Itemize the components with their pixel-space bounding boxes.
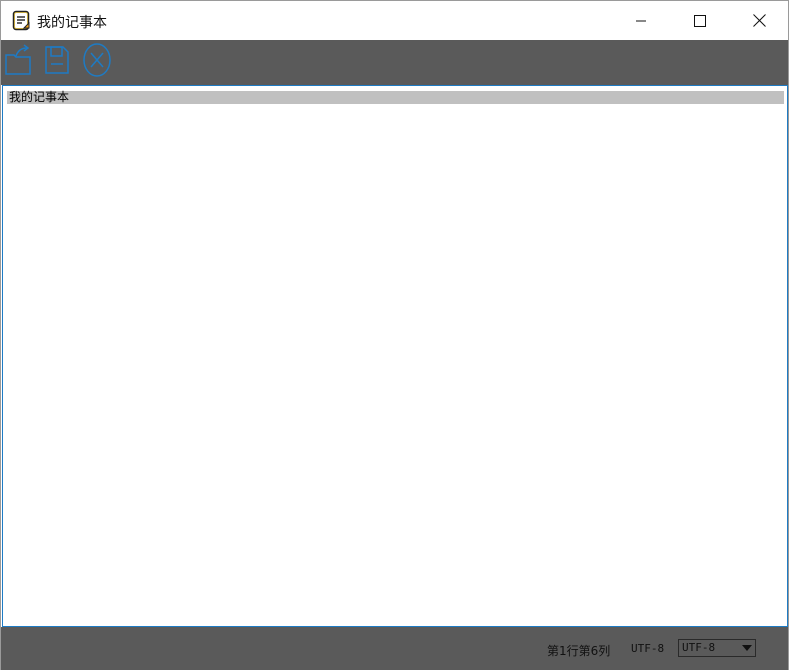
- cursor-position: 第1行第6列: [547, 644, 611, 658]
- close-circle-icon: [82, 42, 112, 82]
- current-line-highlight: 我的记事本: [7, 90, 784, 104]
- window-title: 我的记事本: [37, 15, 107, 31]
- save-file-button[interactable]: [43, 44, 71, 80]
- status-bar: 第1行第6列 UTF-8 UTF-8: [1, 627, 788, 670]
- title-bar[interactable]: 我的记事本: [1, 1, 788, 40]
- dropdown-arrow-icon[interactable]: [739, 640, 755, 656]
- text-editor[interactable]: 我的记事本: [2, 85, 788, 627]
- encoding-select[interactable]: UTF-8: [678, 639, 756, 657]
- encoding-select-value: UTF-8: [682, 641, 716, 654]
- maximize-button[interactable]: [677, 1, 723, 40]
- close-file-button[interactable]: [82, 42, 112, 82]
- encoding-label: UTF-8: [631, 642, 665, 655]
- open-folder-icon: [4, 43, 34, 81]
- close-button[interactable]: [736, 1, 782, 40]
- save-icon: [43, 44, 71, 80]
- notepad-icon: [12, 10, 32, 32]
- notepad-window: 我的记事本 我的记事本 第1行第6列 UTF-8 UTF-8: [0, 0, 789, 670]
- editor-content[interactable]: 我的记事本: [9, 90, 69, 104]
- open-file-button[interactable]: [4, 44, 34, 80]
- close-icon: [752, 14, 766, 27]
- maximize-icon: [694, 14, 706, 27]
- toolbar: [1, 40, 788, 85]
- minimize-icon: [635, 15, 647, 27]
- minimize-button[interactable]: [618, 1, 664, 40]
